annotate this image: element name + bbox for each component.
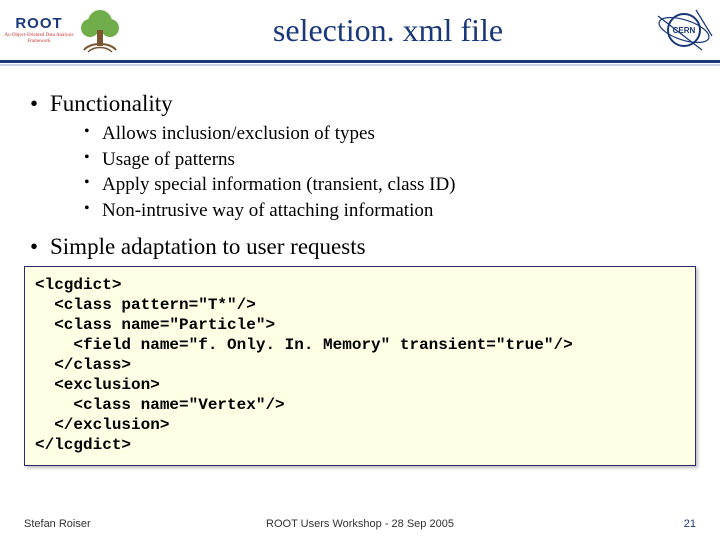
slide-footer: Stefan Roiser ROOT Users Workshop - 28 S… <box>0 508 720 530</box>
top-bullet-list: Functionality Allows inclusion/exclusion… <box>28 91 692 260</box>
sub-bullet: Apply special information (transient, cl… <box>84 172 692 198</box>
slide-header: ROOT An Object-Oriented Data Analysis Fr… <box>0 0 720 63</box>
root-logo-text: ROOT <box>15 16 62 31</box>
footer-event: ROOT Users Workshop - 28 Sep 2005 <box>0 518 720 530</box>
bullet-functionality: Functionality Allows inclusion/exclusion… <box>28 91 692 224</box>
root-logo-subtitle: An Object-Oriented Data Analysis Framewo… <box>4 33 74 44</box>
sub-bullet: Usage of patterns <box>84 147 692 173</box>
root-logo: ROOT An Object-Oriented Data Analysis Fr… <box>4 6 74 54</box>
sub-bullet: Non-intrusive way of attaching informati… <box>84 198 692 224</box>
code-block: <lcgdict> <class pattern="T*"/> <class n… <box>24 266 696 466</box>
bullet-functionality-text: Functionality <box>50 91 173 116</box>
sub-bullet-list: Allows inclusion/exclusion of types Usag… <box>84 121 692 224</box>
footer-page-number: 21 <box>684 518 696 530</box>
slide-body: Functionality Allows inclusion/exclusion… <box>0 63 720 260</box>
slide: ROOT An Object-Oriented Data Analysis Fr… <box>0 0 720 540</box>
tree-icon <box>76 6 124 54</box>
sub-bullet: Allows inclusion/exclusion of types <box>84 121 692 147</box>
slide-title: selection. xml file <box>124 12 652 49</box>
bullet-simple-adaptation: Simple adaptation to user requests <box>28 234 692 260</box>
cern-logo: CERN <box>652 6 716 54</box>
cern-logo-text: CERN <box>673 26 696 35</box>
